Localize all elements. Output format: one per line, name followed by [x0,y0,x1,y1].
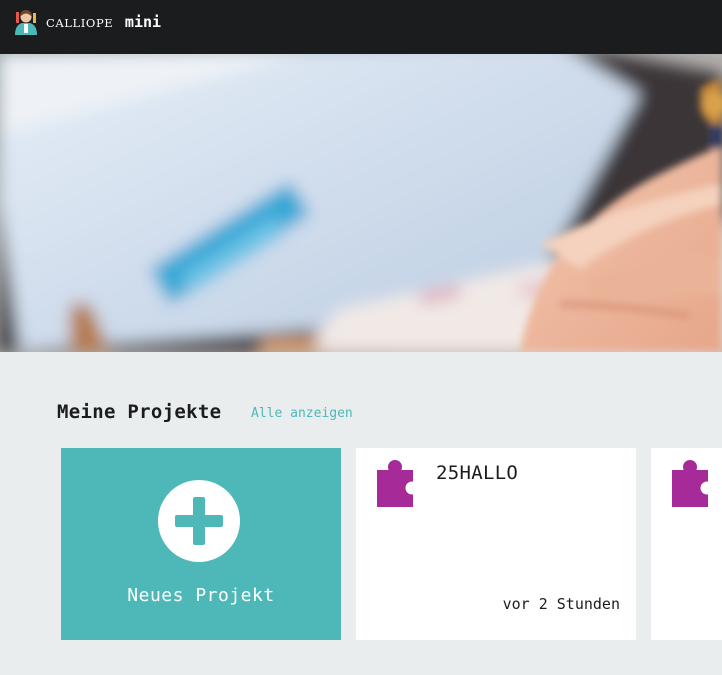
show-all-link[interactable]: Alle anzeigen [251,406,353,421]
project-title: 25HALLO [436,462,519,484]
brand-mini: mini [124,13,162,31]
brand-calliope: CALLIOPE [46,16,114,30]
brand-name[interactable]: CALLIOPE mini [46,12,161,31]
plus-icon [158,480,240,562]
hero-image [0,54,722,352]
puzzle-icon [377,460,416,507]
top-bar: CALLIOPE mini [0,0,722,54]
my-projects-heading: Meine Projekte [57,401,222,423]
project-card[interactable]: 25HALLO vor 2 Stunden [356,448,636,640]
puzzle-icon [672,460,711,507]
new-project-label: Neues Projekt [127,585,275,606]
calliope-logo-icon[interactable] [13,9,39,35]
project-updated-time: vor 2 Stunden [502,595,620,613]
new-project-card[interactable]: Neues Projekt [61,448,341,640]
project-card[interactable] [651,448,722,640]
